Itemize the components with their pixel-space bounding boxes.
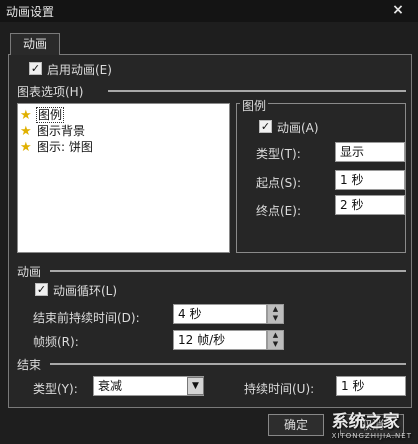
legend-type-field[interactable]: 显示: [335, 142, 405, 162]
legend-end-field[interactable]: 2 秒: [335, 195, 405, 215]
end-duration-label: 持续时间(U):: [244, 382, 315, 396]
watermark-logo: 系统之家 XITONGZHIJIA.NET: [331, 412, 412, 440]
animation-section-label: 动画: [17, 265, 42, 279]
legend-start-label: 起点(S):: [256, 176, 302, 190]
spin-up-icon[interactable]: ▲: [268, 331, 283, 340]
chart-options-divider: [108, 90, 406, 92]
frame-rate-spinner[interactable]: ▲ ▼: [267, 330, 284, 350]
hold-time-field[interactable]: 4 秒: [173, 304, 267, 324]
frame-rate-label: 帧频(R):: [33, 335, 79, 349]
end-duration-field[interactable]: 1 秒: [336, 376, 406, 396]
star-icon: ★: [20, 140, 32, 155]
legend-animation-label: 动画(A): [277, 121, 319, 135]
legend-start-field[interactable]: 1 秒: [335, 170, 405, 190]
legend-type-label: 类型(T):: [256, 147, 301, 161]
window-title: 动画设置: [6, 5, 55, 19]
animation-section-divider: [50, 270, 406, 272]
frame-rate-field[interactable]: 12 帧/秒: [173, 330, 267, 350]
tab-animation[interactable]: 动画: [10, 33, 60, 55]
star-icon: ★: [20, 124, 32, 139]
hold-time-label: 结束前持续时间(D):: [33, 311, 140, 325]
legend-end-label: 终点(E):: [256, 204, 301, 218]
hold-time-spinner[interactable]: ▲ ▼: [267, 304, 284, 324]
legend-animation-checkbox[interactable]: ✓: [259, 120, 272, 133]
list-item[interactable]: ★ 图示背景: [20, 123, 220, 139]
chart-options-label: 图表选项(H): [17, 85, 84, 99]
ok-button[interactable]: 确定: [268, 414, 324, 436]
spin-up-icon[interactable]: ▲: [268, 305, 283, 314]
spin-down-icon[interactable]: ▼: [268, 340, 283, 349]
list-item[interactable]: ★ 图示: 饼图: [20, 139, 220, 155]
chart-options-list[interactable]: ★ 图例 ★ 图示背景 ★ 图示: 饼图: [17, 103, 230, 253]
legend-group-title: 图例: [240, 97, 269, 114]
end-section-divider: [50, 363, 406, 365]
chevron-down-icon[interactable]: ▼: [187, 377, 204, 395]
enable-animation-label: 启用动画(E): [47, 63, 112, 77]
title-bar: [0, 0, 418, 22]
spin-down-icon[interactable]: ▼: [268, 314, 283, 323]
list-item[interactable]: ★ 图例: [20, 107, 220, 123]
close-button[interactable]: ×: [386, 0, 410, 20]
end-type-label: 类型(Y):: [33, 382, 78, 396]
end-type-value: 衰减: [98, 379, 123, 393]
star-icon: ★: [20, 108, 32, 123]
animation-loop-checkbox[interactable]: ✓: [35, 283, 48, 296]
enable-animation-checkbox[interactable]: ✓: [29, 62, 42, 75]
animation-loop-label: 动画循环(L): [53, 284, 118, 298]
close-icon: ×: [392, 2, 404, 18]
end-section-label: 结束: [17, 358, 42, 372]
